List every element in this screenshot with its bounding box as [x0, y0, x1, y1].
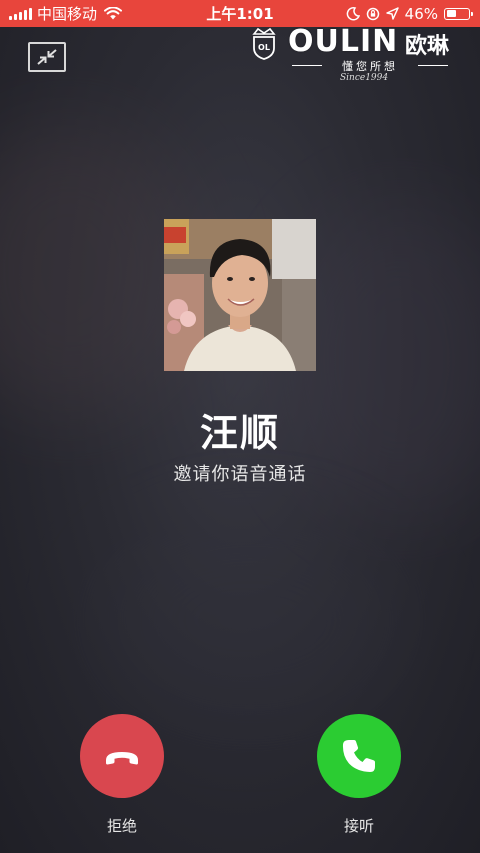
brand-since: Since1994 — [340, 73, 389, 83]
rotation-lock-icon — [366, 7, 379, 20]
brand-wordmark: OULIN — [288, 24, 399, 59]
decline-label: 拒绝 — [106, 817, 137, 835]
background-blur — [100, 520, 400, 720]
minimize-arrows-icon — [37, 49, 57, 65]
call-status-text: 邀请你语音通话 — [173, 464, 307, 485]
watermark-logo: OL OULIN 欧琳 懂您所想 Since1994 — [250, 22, 470, 84]
accept-button[interactable] — [317, 714, 401, 798]
accept-label: 接听 — [343, 817, 374, 835]
phone-hangup-icon — [106, 752, 138, 765]
voice-call-screen: 中国移动 上午1:01 46% OL OULIN 欧琳 懂您所想 Since19… — [0, 0, 480, 853]
wifi-icon — [104, 7, 123, 20]
carrier-name: 中国移动 — [37, 5, 98, 23]
avatar-image — [164, 219, 316, 371]
signal-strength-icon — [9, 7, 32, 20]
battery-icon — [444, 7, 473, 20]
moon-icon — [346, 6, 360, 20]
location-arrow-icon — [385, 7, 399, 20]
caller-avatar — [164, 219, 316, 371]
battery-percent: 46% — [404, 4, 438, 23]
caller-name: 汪顺 — [199, 411, 280, 455]
decline-button[interactable] — [80, 714, 164, 798]
minimize-button[interactable] — [28, 42, 66, 72]
crest-icon: OL — [252, 27, 276, 60]
battery-fill — [446, 10, 456, 17]
svg-text:OL: OL — [258, 43, 270, 52]
brand-chinese-name: 欧琳 — [405, 34, 450, 59]
brand-slogan: 懂您所想 — [292, 58, 448, 74]
phone-icon — [342, 740, 375, 772]
